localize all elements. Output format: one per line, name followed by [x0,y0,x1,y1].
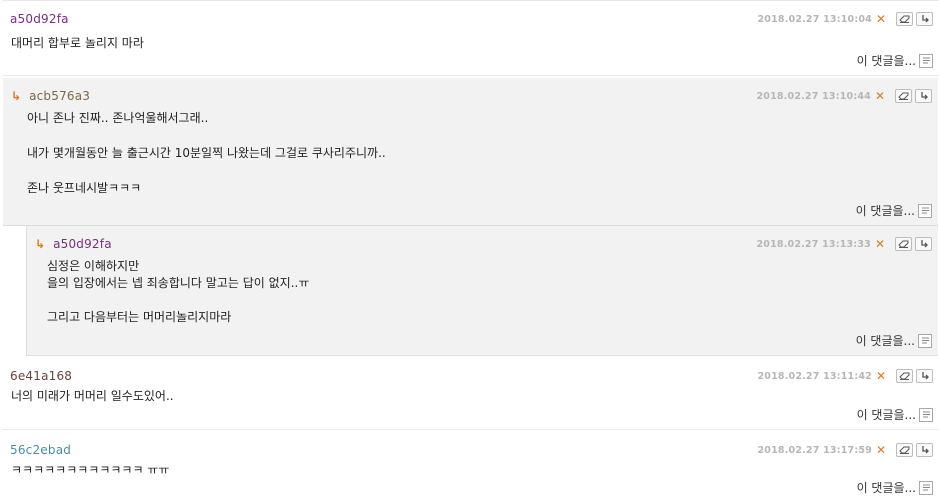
comment-header: a50d92fa [10,11,69,27]
document-icon [919,407,933,422]
nested-reply-arrow-icon: ↳ [11,89,22,103]
comment-body: 아니 존나 진짜.. 존나억울해서그래.. 내가 몇개월동안 늘 출근시간 10… [27,111,386,195]
nested-reply-arrow-icon: ↳ [35,237,46,251]
comment-header: 56c2ebad [10,442,71,458]
comment-meta: 2018.02.27 13:10:04 ✕ [757,12,933,26]
document-icon [918,203,932,218]
reply-link-label: 이 댓글을... [855,204,915,218]
reply-arrow-icon[interactable] [916,443,933,457]
close-icon[interactable]: ✕ [876,12,886,26]
comment-meta: 2018.02.27 13:13:33 ✕ [756,237,932,251]
document-icon [919,53,933,68]
reply-comment-item: ↳ a50d92fa 2018.02.27 13:13:33 ✕ 심정은 이해하… [26,226,938,356]
comment-header: ↳ acb576a3 [11,88,90,104]
close-icon[interactable]: ✕ [876,369,886,383]
comment-meta: 2018.02.27 13:10:44 ✕ [756,89,932,103]
reply-to-comment-link[interactable]: 이 댓글을... [856,202,932,219]
comment-item: 56c2ebad 2018.02.27 13:17:59 ✕ ㅋㅋㅋㅋㅋㅋㅋㅋㅋ… [2,432,939,501]
comment-header: ↳ a50d92fa [35,236,112,252]
close-icon[interactable]: ✕ [876,443,886,457]
author-name[interactable]: acb576a3 [29,89,90,103]
reply-arrow-icon[interactable] [915,237,932,251]
comment-timestamp: 2018.02.27 13:17:59 [757,444,872,456]
reply-link-label: 이 댓글을... [856,54,916,68]
comment-thread: a50d92fa 2018.02.27 13:10:04 ✕ 대머리 합부로 놀… [0,0,939,501]
author-name[interactable]: 56c2ebad [10,443,71,457]
author-name[interactable]: 6e41a168 [10,369,72,383]
comment-meta: 2018.02.27 13:11:42 ✕ [757,369,933,383]
reply-to-comment-link[interactable]: 이 댓글을... [856,332,932,349]
comment-timestamp: 2018.02.27 13:10:04 [757,13,872,25]
comment-timestamp: 2018.02.27 13:11:42 [757,370,872,382]
reply-comment-item: ↳ acb576a3 2018.02.27 13:10:44 ✕ 아니 존나 진… [3,78,938,226]
comment-body: ㅋㅋㅋㅋㅋㅋㅋㅋㅋㅋㅋㅋ ㅠㅠ [11,463,170,477]
document-icon [918,333,932,348]
comment-header: 6e41a168 [10,368,72,384]
comment-item: a50d92fa 2018.02.27 13:10:04 ✕ 대머리 합부로 놀… [2,0,939,76]
eraser-icon[interactable] [895,89,912,103]
reply-arrow-icon[interactable] [916,369,933,383]
document-icon [919,480,933,495]
reply-to-comment-link[interactable]: 이 댓글을... [857,479,933,496]
comment-body: 심정은 이해하지만 을의 입장에서는 넵 죄송합니다 말고는 답이 없지..ㅠ … [47,259,310,324]
reply-to-comment-link[interactable]: 이 댓글을... [857,406,933,423]
comment-body: 대머리 합부로 놀리지 마라 [11,36,144,50]
comment-timestamp: 2018.02.27 13:10:44 [756,90,871,102]
comment-item: 6e41a168 2018.02.27 13:11:42 ✕ 너의 미래가 머머… [2,358,939,430]
reply-link-label: 이 댓글을... [856,408,916,422]
reply-to-comment-link[interactable]: 이 댓글을... [857,52,933,69]
reply-arrow-icon[interactable] [915,89,932,103]
eraser-icon[interactable] [896,443,913,457]
comment-timestamp: 2018.02.27 13:13:33 [756,238,871,250]
eraser-icon[interactable] [895,237,912,251]
author-name[interactable]: a50d92fa [53,237,112,251]
reply-link-label: 이 댓글을... [856,481,916,495]
close-icon[interactable]: ✕ [875,237,885,251]
reply-arrow-icon[interactable] [916,12,933,26]
author-name[interactable]: a50d92fa [10,12,69,26]
reply-link-label: 이 댓글을... [855,334,915,348]
comment-meta: 2018.02.27 13:17:59 ✕ [757,443,933,457]
close-icon[interactable]: ✕ [875,89,885,103]
eraser-icon[interactable] [896,12,913,26]
eraser-icon[interactable] [896,369,913,383]
comment-body: 너의 미래가 머머리 일수도있어.. [11,389,174,403]
